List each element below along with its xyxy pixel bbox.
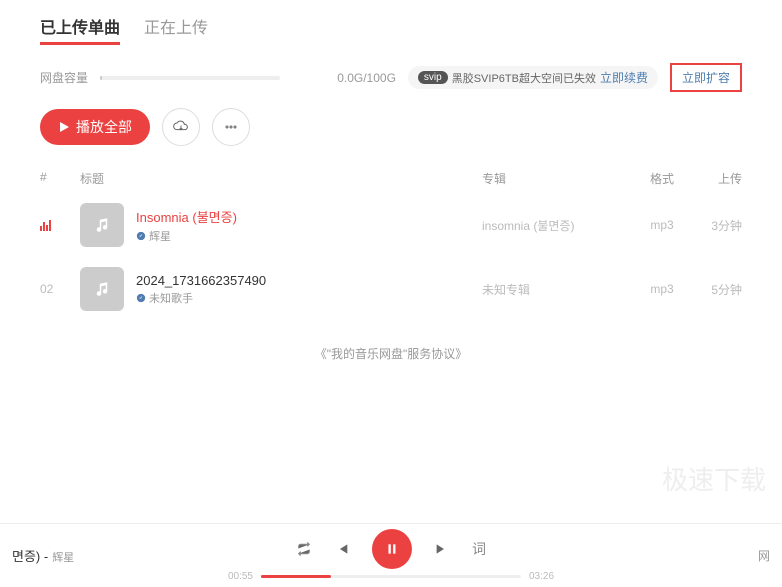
tab-uploading[interactable]: 正在上传 [144, 14, 208, 45]
track-format: mp3 [632, 218, 692, 232]
play-icon [58, 121, 70, 133]
np-title: 면증) - [12, 546, 48, 565]
track-row[interactable]: 02 2024_1731662357490 未知歌手未知专辑mp35分钟 [0, 257, 782, 321]
progress-bar[interactable] [261, 575, 521, 578]
track-info: 2024_1731662357490 未知歌手 [136, 273, 482, 306]
prev-icon [334, 541, 350, 557]
track-title: Insomnia (불면증) [136, 207, 482, 226]
play-all-button[interactable]: 播放全部 [40, 109, 150, 145]
more-icon [223, 119, 239, 135]
col-idx: # [40, 170, 80, 187]
col-album: 专辑 [482, 170, 632, 187]
next-button[interactable] [434, 541, 450, 557]
list-header: # 标题 专辑 格式 上传 [0, 164, 782, 193]
storage-bar [100, 76, 280, 80]
renew-link[interactable]: 立即续费 [600, 69, 648, 86]
track-artist: 辉星 [136, 228, 482, 244]
track-time: 5分钟 [692, 281, 742, 298]
track-cover [80, 203, 124, 247]
col-format: 格式 [632, 170, 692, 187]
track-album: 未知专辑 [482, 281, 632, 298]
music-note-icon [93, 280, 111, 298]
pause-icon [385, 542, 399, 556]
track-row[interactable]: Insomnia (불면증) 辉星insomnia (불면증)mp33分钟 [0, 193, 782, 257]
expand-button[interactable]: 立即扩容 [670, 63, 742, 92]
music-note-icon [93, 216, 111, 234]
badge-text: 黑胶SVIP6TB超大空间已失效 [452, 70, 596, 86]
track-info: Insomnia (불면증) 辉星 [136, 207, 482, 244]
watermark: 极速下载 [662, 460, 766, 497]
storage-label: 网盘容量 [40, 69, 88, 86]
loop-icon [296, 541, 312, 557]
track-cover [80, 267, 124, 311]
more-button[interactable] [212, 108, 250, 146]
verify-icon [136, 293, 146, 303]
play-pause-button[interactable] [372, 529, 412, 569]
loop-button[interactable] [296, 541, 312, 557]
col-time: 上传 [692, 170, 742, 187]
track-index [40, 219, 80, 231]
prev-button[interactable] [334, 541, 350, 557]
tab-uploaded[interactable]: 已上传单曲 [40, 14, 120, 45]
track-index: 02 [40, 282, 80, 296]
track-title: 2024_1731662357490 [136, 273, 482, 288]
track-time: 3分钟 [692, 217, 742, 234]
storage-text: 0.0G/100G [337, 71, 396, 85]
playing-icon [40, 219, 51, 231]
player-bar: 면증) - 辉星 词 00:55 03:26 网 [0, 523, 782, 587]
cloud-download-icon [173, 119, 189, 135]
storage-badge: svip 黑胶SVIP6TB超大空间已失效 立即续费 [408, 66, 658, 89]
next-icon [434, 541, 450, 557]
np-artist: 辉星 [52, 549, 74, 565]
verify-icon [136, 231, 146, 241]
col-title: 标题 [80, 170, 482, 187]
track-artist: 未知歌手 [136, 290, 482, 306]
now-playing[interactable]: 면증) - 辉星 [12, 546, 74, 565]
agreement-link[interactable]: 《"我的音乐网盘"服务协议》 [0, 321, 782, 386]
svip-pill: svip [418, 71, 448, 84]
play-all-label: 播放全部 [76, 117, 132, 137]
track-format: mp3 [632, 282, 692, 296]
time-current: 00:55 [228, 571, 253, 582]
download-button[interactable] [162, 108, 200, 146]
player-right[interactable]: 网 [758, 547, 770, 564]
lyric-button[interactable]: 词 [472, 539, 486, 559]
track-album: insomnia (불면증) [482, 217, 632, 234]
time-duration: 03:26 [529, 571, 554, 582]
